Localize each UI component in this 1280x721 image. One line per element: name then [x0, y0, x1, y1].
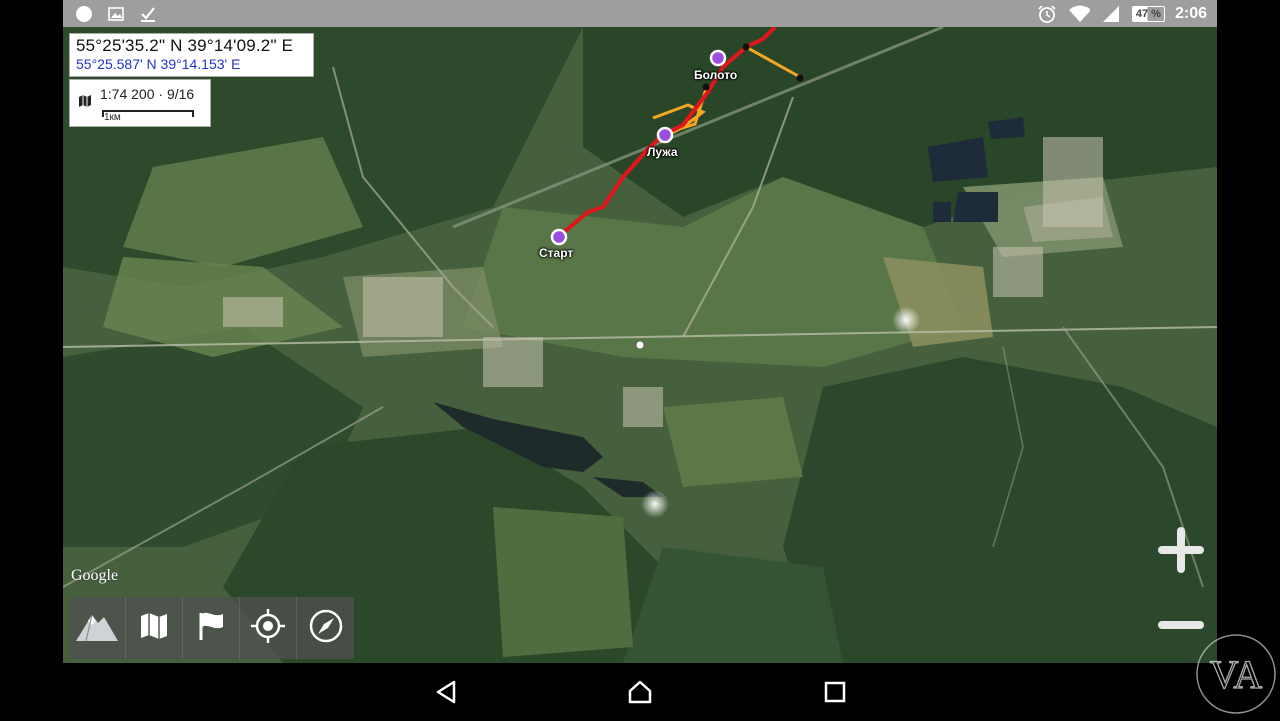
back-button[interactable]: [433, 680, 459, 709]
compass-button[interactable]: [297, 597, 354, 659]
clock: 2:06: [1174, 5, 1207, 22]
mountain-icon: [74, 609, 120, 648]
flag-icon: [196, 610, 226, 647]
check-download-icon: [137, 3, 159, 25]
waypoint-swamp-label: Болото: [694, 68, 738, 82]
my-location-button[interactable]: [240, 597, 297, 659]
scale-panel[interactable]: 1:74 200 · 9/16 1км: [69, 79, 211, 127]
image-icon: [105, 3, 127, 25]
map-toolbar: [69, 597, 354, 659]
map-icon: [138, 610, 170, 647]
location-glow: [641, 490, 669, 518]
back-icon: [435, 680, 457, 709]
circle-icon: [73, 3, 95, 25]
coordinates-panel[interactable]: 55°25'35.2" N 39°14'09.2" E 55°25.587' N…: [69, 33, 314, 77]
home-icon: [627, 680, 653, 709]
zoom-in-button[interactable]: [1156, 526, 1206, 578]
satellite-imagery: [63, 27, 1217, 663]
waypoint-swamp-marker[interactable]: [709, 49, 727, 67]
scale-bar-label: 1км: [104, 112, 121, 123]
compass-icon: [308, 608, 344, 649]
alarm-icon: [1036, 3, 1058, 25]
coordinates-decimal: 55°25.587' N 39°14.153' E: [76, 56, 241, 72]
wifi-icon: [1068, 3, 1090, 25]
mountain-button[interactable]: [69, 597, 126, 659]
map-icon: [78, 94, 92, 113]
map-center-dot: [635, 340, 645, 350]
recents-button[interactable]: [822, 681, 848, 707]
location-target-icon: [250, 608, 286, 649]
plus-icon: [1158, 526, 1204, 578]
waypoint-puddle-marker[interactable]: [656, 126, 674, 144]
map-view[interactable]: Старт Лужа Болото 55°25'35.2" N 39°14'09…: [63, 27, 1217, 663]
svg-text:VA: VA: [1210, 652, 1263, 697]
waypoint-flag-button[interactable]: [183, 597, 240, 659]
google-logo: Google: [71, 567, 119, 584]
map-layers-button[interactable]: [126, 597, 183, 659]
home-button[interactable]: [627, 680, 653, 709]
battery-indicator: 47 %: [1131, 6, 1165, 22]
recents-icon: [824, 681, 846, 708]
scale-ratio: 1:74 200 · 9/16: [100, 86, 195, 102]
waypoint-puddle-label: Лужа: [647, 145, 678, 159]
waypoint-start-marker[interactable]: [550, 228, 568, 246]
signal-icon: [1100, 3, 1122, 25]
watermark-logo: VA: [1194, 632, 1278, 716]
location-glow: [892, 306, 920, 334]
waypoint-start-label: Старт: [539, 246, 574, 260]
coordinates-dms: 55°25'35.2" N 39°14'09.2" E: [76, 36, 294, 55]
status-bar: 47 % 2:06: [63, 0, 1217, 27]
navigation-bar: [63, 663, 1217, 720]
